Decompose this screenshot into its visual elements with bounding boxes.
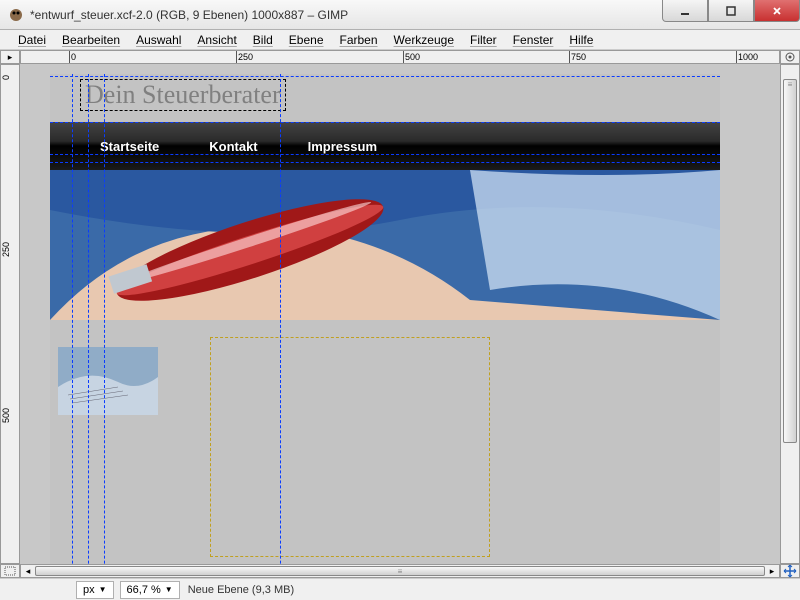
nav-link: Impressum: [308, 139, 377, 154]
zoom-value: 66,7 %: [127, 584, 161, 596]
scrollbar-horizontal[interactable]: ◂ ≡ ▸: [20, 564, 780, 578]
title-bar: *entwurf_steuer.xcf-2.0 (RGB, 9 Ebenen) …: [0, 0, 800, 30]
quickmask-toggle-tr[interactable]: [780, 50, 800, 64]
guide-vertical[interactable]: [104, 74, 105, 564]
menu-bearbeiten[interactable]: Bearbeiten: [54, 31, 128, 49]
scroll-left-icon[interactable]: ◂: [21, 565, 35, 577]
menu-werkzeuge[interactable]: Werkzeuge: [386, 31, 462, 49]
minimize-button[interactable]: [662, 0, 708, 22]
ruler-h-tick: 750: [571, 52, 586, 62]
nav-link: Kontakt: [209, 139, 257, 154]
ruler-h-tick: 250: [238, 52, 253, 62]
scrollbar-vertical[interactable]: ≡: [780, 64, 800, 564]
unit-selector[interactable]: px ▼: [76, 581, 114, 599]
menu-filter[interactable]: Filter: [462, 31, 505, 49]
menu-ansicht[interactable]: Ansicht: [189, 31, 244, 49]
ruler-h-tick: 500: [405, 52, 420, 62]
ruler-h-tick: 0: [71, 52, 76, 62]
canvas[interactable]: Dein Steuerberater Startseite Kontakt Im…: [50, 74, 720, 564]
ruler-origin-toggle[interactable]: ▸: [0, 50, 20, 64]
status-bar: px ▼ 66,7 % ▼ Neue Ebene (9,3 MB): [0, 578, 800, 600]
scrollbar-thumb[interactable]: ≡: [783, 79, 797, 443]
guide-horizontal[interactable]: [50, 162, 720, 163]
zoom-selector[interactable]: 66,7 % ▼: [120, 581, 180, 599]
guide-horizontal[interactable]: [50, 154, 720, 155]
window-controls: [662, 0, 800, 22]
quickmask-toggle-bl[interactable]: [0, 564, 20, 578]
maximize-button[interactable]: [708, 0, 754, 22]
status-layer-info: Neue Ebene (9,3 MB): [188, 584, 294, 596]
ruler-v-tick: 250: [1, 242, 11, 257]
workspace: ▸ 0 250 500 750 1000 0 250 500 Dein Steu…: [0, 50, 800, 578]
menu-hilfe[interactable]: Hilfe: [561, 31, 601, 49]
nav-link: Startseite: [100, 139, 159, 154]
ruler-v-tick: 0: [1, 75, 11, 80]
close-button[interactable]: [754, 0, 800, 22]
unit-value: px: [83, 584, 95, 596]
design-thumbnail-layer[interactable]: [58, 347, 158, 415]
menu-bild[interactable]: Bild: [245, 31, 281, 49]
menu-bar: Datei Bearbeiten Auswahl Ansicht Bild Eb…: [0, 30, 800, 50]
menu-auswahl[interactable]: Auswahl: [128, 31, 189, 49]
app-icon: [8, 7, 24, 23]
window-title: *entwurf_steuer.xcf-2.0 (RGB, 9 Ebenen) …: [30, 8, 348, 22]
guide-horizontal[interactable]: [50, 122, 720, 123]
scroll-right-icon[interactable]: ▸: [765, 565, 779, 577]
canvas-viewport[interactable]: Dein Steuerberater Startseite Kontakt Im…: [20, 64, 780, 564]
design-heading-layer[interactable]: Dein Steuerberater: [80, 79, 286, 111]
guide-vertical[interactable]: [88, 74, 89, 564]
ruler-v-tick: 500: [1, 408, 11, 423]
menu-datei[interactable]: Datei: [10, 31, 54, 49]
ruler-vertical[interactable]: 0 250 500: [0, 64, 20, 564]
guide-horizontal[interactable]: [50, 76, 720, 77]
design-hero-layer[interactable]: [50, 170, 720, 320]
guide-vertical[interactable]: [72, 74, 73, 564]
menu-farben[interactable]: Farben: [332, 31, 386, 49]
menu-ebene[interactable]: Ebene: [281, 31, 332, 49]
guide-vertical[interactable]: [280, 74, 281, 564]
ruler-h-tick: 1000: [738, 52, 758, 62]
navigation-icon[interactable]: [780, 564, 800, 578]
menu-fenster[interactable]: Fenster: [505, 31, 562, 49]
chevron-down-icon: ▼: [99, 585, 107, 594]
chevron-down-icon: ▼: [165, 585, 173, 594]
scrollbar-thumb[interactable]: ≡: [35, 566, 765, 576]
active-selection[interactable]: [210, 337, 490, 557]
ruler-horizontal[interactable]: 0 250 500 750 1000: [20, 50, 780, 64]
